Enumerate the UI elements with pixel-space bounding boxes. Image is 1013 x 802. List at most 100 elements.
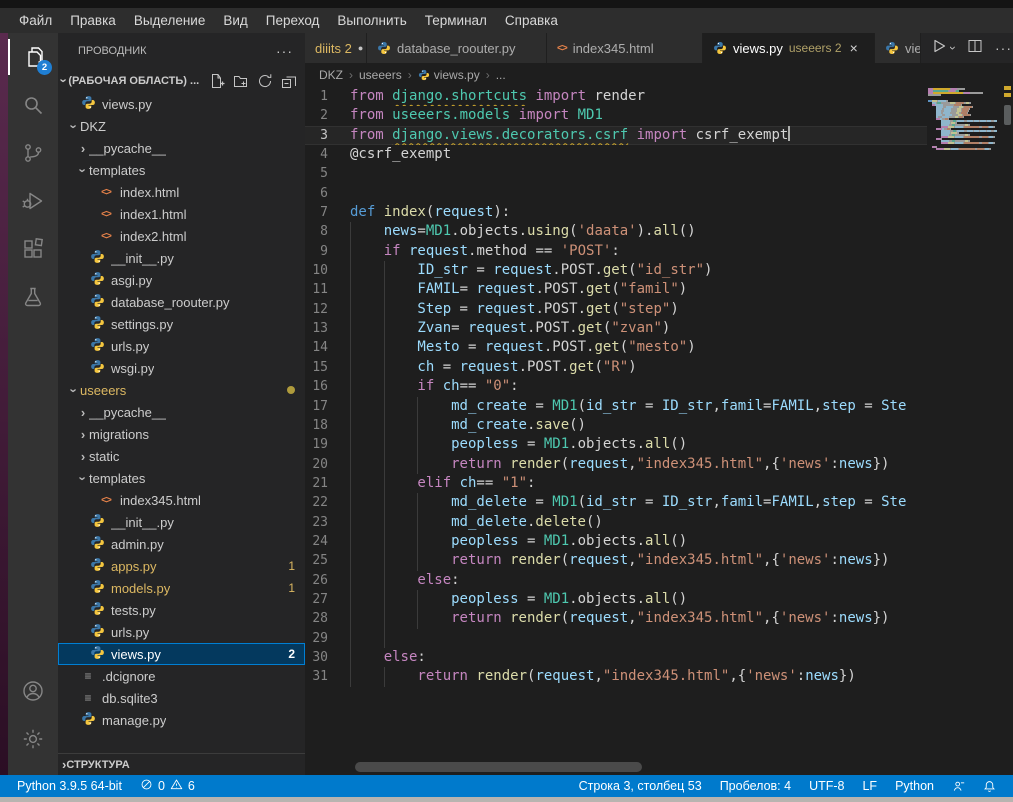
breadcrumb-item-views-py[interactable]: views.py: [418, 68, 480, 82]
cursor-position[interactable]: Строка 3, столбец 53: [570, 775, 711, 797]
notifications-bell-icon[interactable]: [974, 775, 1005, 797]
code-line-29[interactable]: 29: [305, 629, 927, 648]
code-line-31[interactable]: 31return render(request,"index345.html",…: [305, 667, 927, 686]
tree-item-urls-py[interactable]: urls.py: [58, 335, 305, 357]
split-editor-icon[interactable]: [967, 38, 983, 59]
testing-icon[interactable]: [8, 273, 58, 321]
tree-item-views-py[interactable]: views.py: [58, 93, 305, 115]
code-line-17[interactable]: 17md_create = MD1(id_str = ID_str,famil=…: [305, 397, 927, 416]
python-interpreter-selector[interactable]: Python 3.9.5 64-bit: [8, 775, 131, 797]
tree-item-index-html[interactable]: <>index.html: [58, 181, 305, 203]
tree-item-settings-py[interactable]: settings.py: [58, 313, 305, 335]
tree-item-models-py[interactable]: models.py1: [58, 577, 305, 599]
menu-item-вид[interactable]: Вид: [214, 11, 256, 30]
tree-item-admin-py[interactable]: admin.py: [58, 533, 305, 555]
run-python-file-button[interactable]: [931, 38, 947, 59]
extensions-icon[interactable]: [8, 225, 58, 273]
menu-item-терминал[interactable]: Терминал: [416, 11, 496, 30]
tree-item-urls-py[interactable]: urls.py: [58, 621, 305, 643]
feedback-icon[interactable]: [943, 775, 974, 797]
code-line-30[interactable]: 30else:: [305, 648, 927, 667]
breadcrumb-item-useeers[interactable]: useeers: [359, 68, 402, 82]
code-line-2[interactable]: 2from useeers.models import MD1: [305, 106, 927, 125]
problems-indicator[interactable]: 0 6: [131, 775, 204, 797]
tree-item-static[interactable]: ›static: [58, 445, 305, 467]
tab-vie[interactable]: vie: [875, 33, 921, 63]
menu-item-файл[interactable]: Файл: [10, 11, 61, 30]
code-line-9[interactable]: 9if request.method == 'POST':: [305, 242, 927, 261]
code-line-7[interactable]: 7def index(request):: [305, 203, 927, 222]
menu-item-выполнить[interactable]: Выполнить: [328, 11, 415, 30]
code-line-10[interactable]: 10ID_str = request.POST.get("id_str"): [305, 261, 927, 280]
code-line-18[interactable]: 18md_create.save(): [305, 416, 927, 435]
horizontal-scrollbar[interactable]: [355, 762, 642, 772]
code-line-14[interactable]: 14Mesto = request.POST.get("mesto"): [305, 338, 927, 357]
menu-item-выделение[interactable]: Выделение: [125, 11, 215, 30]
new-file-icon[interactable]: [209, 73, 225, 89]
code-line-3[interactable]: 3from django.views.decorators.csrf impor…: [305, 126, 927, 145]
tree-item-db-sqlite3[interactable]: ≡db.sqlite3: [58, 687, 305, 709]
code-line-25[interactable]: 25return render(request,"index345.html",…: [305, 551, 927, 570]
tree-item-templates[interactable]: ›templates: [58, 467, 305, 489]
tree-item-migrations[interactable]: ›migrations: [58, 423, 305, 445]
tree-item-init-py[interactable]: __init__.py: [58, 511, 305, 533]
menu-item-правка[interactable]: Правка: [61, 11, 125, 30]
refresh-icon[interactable]: [257, 73, 273, 89]
account-icon[interactable]: [8, 667, 58, 715]
code-line-12[interactable]: 12Step = request.POST.get("step"): [305, 300, 927, 319]
tree-item-manage-py[interactable]: manage.py: [58, 709, 305, 731]
tree-item-apps-py[interactable]: apps.py1: [58, 555, 305, 577]
outline-section-header[interactable]: › СТРУКТУРА: [58, 753, 305, 775]
tree-item-views-py[interactable]: views.py2: [58, 643, 305, 665]
tree-item-asgi-py[interactable]: asgi.py: [58, 269, 305, 291]
code-line-23[interactable]: 23md_delete.delete(): [305, 513, 927, 532]
tree-item-index2-html[interactable]: <>index2.html: [58, 225, 305, 247]
code-line-26[interactable]: 26else:: [305, 571, 927, 590]
more-actions-icon[interactable]: ···: [995, 40, 1012, 56]
tree-item-pycache[interactable]: ›__pycache__: [58, 137, 305, 159]
code-line-27[interactable]: 27peopless = MD1.objects.all(): [305, 590, 927, 609]
code-line-28[interactable]: 28return render(request,"index345.html",…: [305, 609, 927, 628]
code-line-6[interactable]: 6: [305, 184, 927, 203]
breadcrumb-item-[interactable]: ...: [496, 68, 506, 82]
tree-item-index1-html[interactable]: <>index1.html: [58, 203, 305, 225]
menu-item-переход[interactable]: Переход: [257, 11, 329, 30]
tree-item-templates[interactable]: ›templates: [58, 159, 305, 181]
code-line-16[interactable]: 16if ch== "0":: [305, 377, 927, 396]
settings-gear-icon[interactable]: [8, 715, 58, 763]
code-line-19[interactable]: 19peopless = MD1.objects.all(): [305, 435, 927, 454]
code-line-5[interactable]: 5: [305, 164, 927, 183]
breadcrumb-item-dkz[interactable]: DKZ: [319, 68, 343, 82]
tree-item-init-py[interactable]: __init__.py: [58, 247, 305, 269]
tree-item-database-roouter-py[interactable]: database_roouter.py: [58, 291, 305, 313]
code-line-13[interactable]: 13Zvan= request.POST.get("zvan"): [305, 319, 927, 338]
tab-index345-html[interactable]: <>index345.html: [547, 33, 703, 63]
tab-diiits-2[interactable]: diiits 2●: [305, 33, 367, 63]
tree-item-useeers[interactable]: ›useeers: [58, 379, 305, 401]
tree-item-tests-py[interactable]: tests.py: [58, 599, 305, 621]
code-line-8[interactable]: 8news=MD1.objects.using('daata').all(): [305, 222, 927, 241]
code-line-20[interactable]: 20return render(request,"index345.html",…: [305, 455, 927, 474]
workspace-section-header[interactable]: › (РАБОЧАЯ ОБЛАСТЬ) ...: [58, 68, 305, 93]
new-folder-icon[interactable]: [233, 73, 249, 89]
collapse-all-icon[interactable]: [281, 73, 297, 89]
code-line-22[interactable]: 22md_delete = MD1(id_str = ID_str,famil=…: [305, 493, 927, 512]
code-line-1[interactable]: 1from django.shortcuts import render: [305, 87, 927, 106]
menu-item-справка[interactable]: Справка: [496, 11, 567, 30]
code-line-15[interactable]: 15ch = request.POST.get("R"): [305, 358, 927, 377]
code-line-24[interactable]: 24peopless = MD1.objects.all(): [305, 532, 927, 551]
tree-item-dcignore[interactable]: ≡.dcignore: [58, 665, 305, 687]
code-line-4[interactable]: 4@csrf_exempt: [305, 145, 927, 164]
tree-item-dkz[interactable]: ›DKZ: [58, 115, 305, 137]
run-debug-icon[interactable]: [8, 177, 58, 225]
views-and-more-actions-button[interactable]: ···: [276, 43, 293, 59]
minimap[interactable]: [928, 88, 1003, 208]
tree-item-wsgi-py[interactable]: wsgi.py: [58, 357, 305, 379]
code-editor[interactable]: 1from django.shortcuts import render2fro…: [305, 87, 927, 763]
language-mode[interactable]: Python: [886, 775, 943, 797]
explorer-icon[interactable]: 2: [8, 33, 58, 81]
code-line-11[interactable]: 11FAMIL= request.POST.get("famil"): [305, 280, 927, 299]
tree-item-pycache[interactable]: ›__pycache__: [58, 401, 305, 423]
run-dropdown-chevron-icon[interactable]: ›: [946, 46, 960, 50]
encoding-setting[interactable]: UTF-8: [800, 775, 853, 797]
